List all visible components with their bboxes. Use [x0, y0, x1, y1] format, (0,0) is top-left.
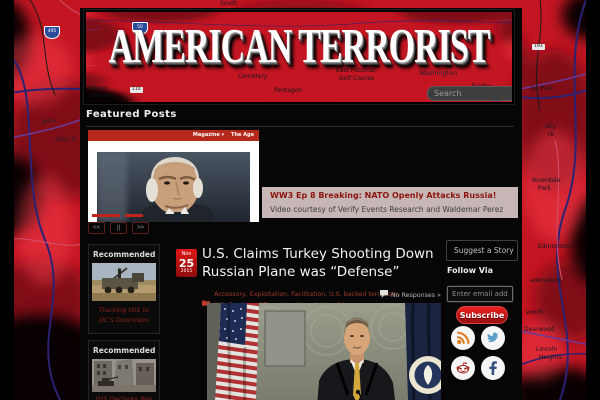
route-badge: 193	[532, 44, 545, 51]
recommended-heading: Recommended	[93, 250, 156, 259]
site-banner: 50 Seven Corners 110 Cemetery Pentagon S…	[84, 10, 514, 104]
map-label: Heights	[539, 354, 562, 361]
article-image-press-briefing	[207, 303, 441, 400]
map-label: worth	[526, 309, 544, 316]
map-label: Dearwood	[524, 326, 555, 333]
comment-icon	[380, 290, 388, 300]
left-black-bar	[0, 0, 14, 400]
twitter-icon[interactable]	[481, 326, 505, 350]
map-label: Riverdale	[532, 177, 561, 184]
magazine-topbar: Magazine ▾ The Age	[88, 130, 259, 141]
page: South 495 193 ge Park sity rk John Glen …	[0, 0, 600, 400]
recommended-caption[interactable]: ISIS Declares War On	[92, 395, 156, 400]
recommended-caption[interactable]: Tracking ISIS to DC’s Doorsteps	[92, 306, 156, 326]
right-black-bar	[586, 0, 600, 400]
map-label: rk	[548, 131, 554, 138]
route-badge: 110	[130, 87, 143, 94]
reddit-icon[interactable]	[451, 356, 475, 380]
carousel-controls: << || >>	[88, 222, 149, 234]
article-date-badge: Nov 25 2015	[176, 249, 197, 277]
recommended-box-2: Recommended ISIS Declares War On	[88, 340, 160, 400]
article-responses-link[interactable]: No Responses »	[380, 290, 441, 300]
search-input[interactable]	[427, 86, 512, 101]
recommended-box-1: Recommended Tracking ISIS to DC’s Doorst…	[88, 244, 160, 334]
map-label: sity	[545, 123, 556, 130]
map-label: Golf Course	[339, 75, 374, 82]
featured-posts-heading: Featured Posts	[86, 109, 514, 127]
carousel-prev-button[interactable]: <<	[88, 222, 105, 234]
date-year: 2015	[180, 268, 193, 274]
map-label: South	[220, 0, 238, 7]
rss-icon[interactable]	[451, 326, 475, 350]
carousel-next-button[interactable]: >>	[132, 222, 149, 234]
map-label: Park	[538, 185, 551, 192]
map-label: Lincoln	[536, 346, 558, 353]
map-label: Pentagon	[274, 87, 303, 94]
date-day: 25	[178, 256, 195, 270]
responses-label: No Responses »	[391, 291, 441, 299]
article-title[interactable]: U.S. Claims Turkey Shooting Down Russian…	[202, 246, 446, 281]
featured-caption-subtitle: Video courtesy of Verify Events Research…	[270, 205, 504, 214]
map-label: ge Park	[531, 85, 554, 92]
map-label: Glen E	[55, 135, 77, 143]
magazine-brand-label: The Age	[231, 132, 254, 138]
featured-caption-title: WW3 Ep 8 Breaking: NATO Openly Attacks R…	[270, 191, 497, 200]
magazine-headline-snippet	[92, 214, 143, 217]
featured-caption: WW3 Ep 8 Breaking: NATO Openly Attacks R…	[262, 187, 518, 218]
facebook-icon[interactable]	[481, 356, 505, 380]
map-label: adensburg	[530, 277, 562, 284]
subscribe-button[interactable]: Subscribe	[456, 306, 508, 324]
map-label: John	[42, 117, 57, 125]
map-label: Edmonston	[538, 243, 572, 250]
carousel-pause-button[interactable]: ||	[110, 222, 127, 234]
brzezinski-photo	[97, 152, 250, 222]
follow-via-heading: Follow Via	[447, 266, 493, 275]
magazine-menu-label: Magazine ▾	[192, 132, 225, 138]
route-shield: 495	[44, 26, 60, 39]
email-field[interactable]	[447, 286, 513, 302]
site-title: AMERICAN TERRORIST	[108, 21, 491, 74]
recommended-heading: Recommended	[93, 346, 156, 355]
recommended-thumb-military-vehicle[interactable]	[92, 263, 156, 301]
recommended-thumb-rubble[interactable]	[92, 359, 156, 392]
map-label: Corners	[90, 92, 114, 99]
featured-slide[interactable]: Magazine ▾ The Age	[88, 130, 259, 222]
suggest-a-story-link[interactable]: Suggest a Story	[446, 240, 518, 261]
